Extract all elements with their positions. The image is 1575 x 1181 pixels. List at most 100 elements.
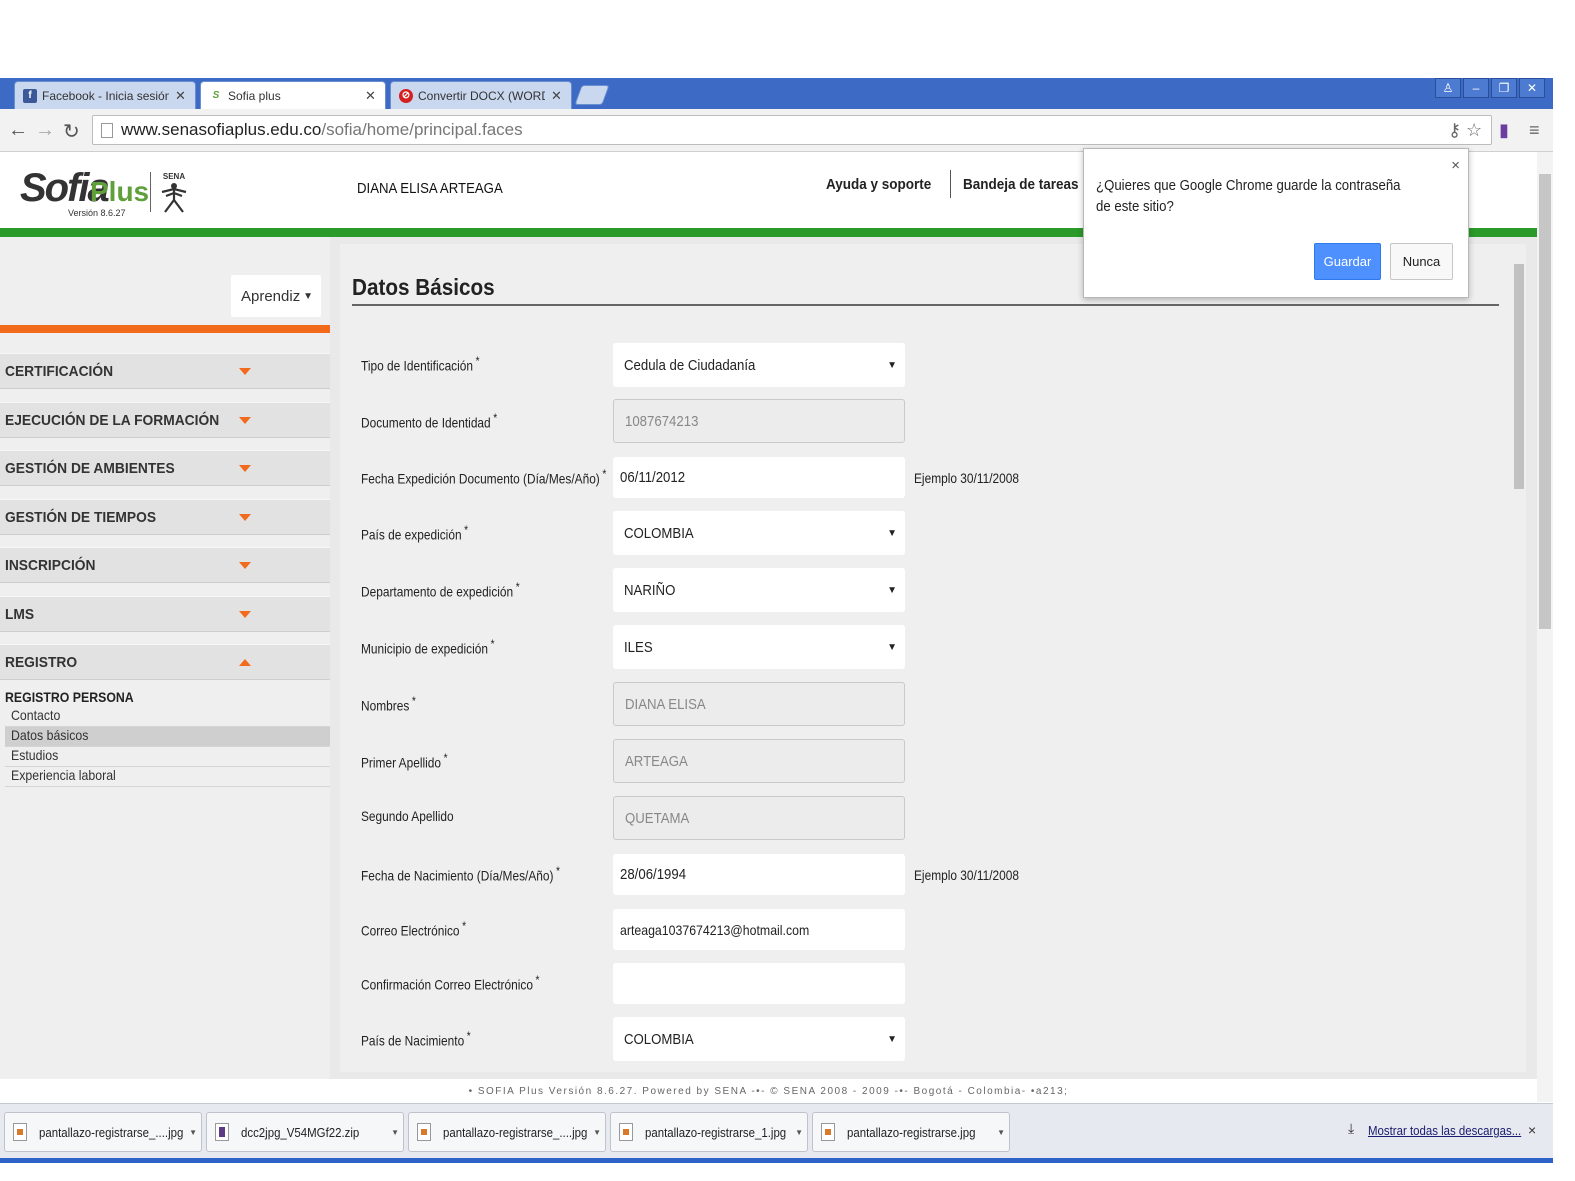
back-arrow-icon[interactable]: ←	[8, 119, 28, 142]
scrollbar-thumb[interactable]	[1539, 174, 1551, 629]
input-documento-identidad: 1087674213	[613, 399, 905, 443]
chevron-down-icon: ▼	[887, 527, 897, 539]
reload-icon[interactable]: ↻	[63, 119, 80, 144]
tab-label: Convertir DOCX (WORD) a J	[418, 88, 545, 103]
caret-down-icon	[239, 367, 251, 375]
extension-icon[interactable]: ▮	[1499, 120, 1509, 141]
input-confirmacion-correo[interactable]	[613, 963, 905, 1004]
scrollbar-thumb[interactable]	[1514, 264, 1524, 489]
download-item[interactable]: dcc2jpg_V54MGf22.zip ▼	[206, 1112, 404, 1152]
menu-lms[interactable]: LMS	[0, 596, 330, 632]
new-tab-button[interactable]	[574, 85, 610, 105]
role-select[interactable]: Aprendiz ▼	[231, 275, 321, 317]
label-fecha-expedicion: Fecha Expedición Documento (Día/Mes/Año)…	[361, 467, 607, 487]
select-pais-expedicion[interactable]: COLOMBIA ▼	[613, 511, 905, 555]
sidebar: Aprendiz ▼ CERTIFICACIÓN EJECUCIÓN DE LA…	[0, 237, 330, 1079]
browser-tab-strip: f Facebook - Inicia sesión o re ✕ S Sofi…	[0, 78, 1553, 109]
page-scrollbar[interactable]	[1537, 152, 1553, 1102]
chevron-down-icon: ▼	[887, 359, 897, 371]
input-correo[interactable]: arteaga1037674213@hotmail.com	[613, 909, 905, 950]
required-mark: *	[602, 467, 607, 481]
label-primer-apellido: Primer Apellido *	[361, 751, 448, 771]
tab-close-icon[interactable]: ✕	[365, 88, 377, 104]
download-item[interactable]: pantallazo-registrarse_1.jpg ▼	[610, 1112, 808, 1152]
select-departamento-expedicion[interactable]: NARIÑO ▼	[613, 568, 905, 612]
save-password-button[interactable]: Guardar	[1314, 243, 1381, 280]
bookmark-star-icon[interactable]: ☆	[1466, 120, 1482, 141]
close-downloads-icon[interactable]: ×	[1528, 1122, 1536, 1138]
menu-gestion-ambientes[interactable]: GESTIÓN DE AMBIENTES	[0, 450, 330, 486]
menu-label: LMS	[5, 605, 35, 623]
submenu-contacto[interactable]: Contacto	[5, 707, 330, 727]
select-municipio-expedicion[interactable]: ILES ▼	[613, 625, 905, 669]
menu-label: GESTIÓN DE AMBIENTES	[5, 459, 175, 477]
submenu-label: Datos básicos	[11, 727, 89, 743]
menu-certificacion[interactable]: CERTIFICACIÓN	[0, 353, 330, 389]
download-item[interactable]: pantallazo-registrarse_....jpg ▼	[4, 1112, 202, 1152]
key-icon[interactable]: ⚷	[1448, 120, 1461, 141]
tab-facebook[interactable]: f Facebook - Inicia sesión o re ✕	[14, 81, 196, 109]
address-bar[interactable]: www.senasofiaplus.edu.co/sofia/home/prin…	[92, 115, 1492, 145]
label-confirmacion-correo: Confirmación Correo Electrónico *	[361, 973, 540, 993]
task-inbox-link[interactable]: Bandeja de tareas	[963, 176, 1079, 193]
sofia-plus-logo[interactable]: Sofia Plus Versión 8.6.27 SENA	[20, 166, 200, 222]
download-name: pantallazo-registrarse_....jpg	[39, 1124, 184, 1140]
download-item[interactable]: pantallazo-registrarse.jpg ▼	[812, 1112, 1010, 1152]
submenu-label: Estudios	[11, 747, 59, 763]
required-mark: *	[490, 637, 495, 651]
help-support-link[interactable]: Ayuda y soporte	[826, 176, 931, 193]
label-pais-nacimiento: País de Nacimiento *	[361, 1029, 471, 1049]
required-mark: *	[411, 694, 416, 708]
submenu-datos-basicos[interactable]: Datos básicos	[5, 727, 330, 747]
input-fecha-expedicion[interactable]: 06/11/2012	[613, 457, 905, 498]
label-segundo-apellido: Segundo Apellido	[361, 808, 454, 824]
url-path: /sofia/home/principal.faces	[321, 120, 523, 139]
user-profile-icon[interactable]: ♙	[1435, 78, 1461, 98]
tab-sofia-plus[interactable]: S Sofia plus ✕	[200, 81, 386, 109]
tab-close-icon[interactable]: ✕	[551, 88, 563, 104]
close-window-icon[interactable]: ✕	[1519, 78, 1545, 98]
chevron-down-icon[interactable]: ▼	[189, 1128, 197, 1137]
forward-arrow-icon[interactable]: →	[35, 119, 55, 142]
input-primer-apellido: ARTEAGA	[613, 739, 905, 783]
menu-inscripcion[interactable]: INSCRIPCIÓN	[0, 547, 330, 583]
download-item[interactable]: pantallazo-registrarse_....jpg ▼	[408, 1112, 606, 1152]
close-icon[interactable]: ×	[1451, 157, 1460, 174]
menu-registro[interactable]: REGISTRO	[0, 644, 330, 680]
show-all-downloads-link[interactable]: Mostrar todas las descargas...	[1368, 1123, 1521, 1138]
tab-close-icon[interactable]: ✕	[175, 88, 187, 104]
page-title: Datos Básicos	[352, 274, 495, 300]
chevron-down-icon[interactable]: ▼	[997, 1128, 1005, 1137]
date-hint: Ejemplo 30/11/2008	[914, 867, 1019, 883]
chevron-down-icon[interactable]: ▼	[593, 1128, 601, 1137]
restore-icon[interactable]: ❐	[1491, 78, 1517, 98]
menu-label: EJECUCIÓN DE LA FORMACIÓN	[5, 411, 220, 429]
required-mark: *	[515, 580, 520, 594]
tab-convertir-docx[interactable]: ⊘ Convertir DOCX (WORD) a J ✕	[390, 81, 572, 109]
menu-ejecucion-formacion[interactable]: EJECUCIÓN DE LA FORMACIÓN	[0, 402, 330, 438]
label-municipio-expedicion: Municipio de expedición *	[361, 637, 495, 657]
minimize-icon[interactable]: –	[1463, 78, 1489, 98]
never-save-button[interactable]: Nunca	[1390, 243, 1453, 280]
logo-version: Versión 8.6.27	[68, 208, 126, 218]
chevron-down-icon[interactable]: ▼	[391, 1128, 399, 1137]
url-host: www.senasofiaplus.edu.co	[121, 120, 322, 139]
menu-icon[interactable]: ≡	[1529, 120, 1540, 141]
download-name: pantallazo-registrarse.jpg	[847, 1124, 976, 1140]
submenu-estudios[interactable]: Estudios	[5, 747, 330, 767]
chevron-down-icon[interactable]: ▼	[795, 1128, 803, 1137]
content-scrollbar[interactable]	[1512, 244, 1526, 1072]
submenu-experiencia-laboral[interactable]: Experiencia laboral	[5, 767, 330, 787]
download-name: pantallazo-registrarse_1.jpg	[645, 1124, 787, 1140]
input-fecha-nacimiento[interactable]: 28/06/1994	[613, 854, 905, 895]
required-mark: *	[443, 751, 448, 765]
menu-gestion-tiempos[interactable]: GESTIÓN DE TIEMPOS	[0, 499, 330, 535]
required-mark: *	[493, 411, 498, 425]
select-tipo-identificacion[interactable]: Cedula de Ciudadanía ▼	[613, 343, 905, 387]
main-content: Datos Básicos Tipo de Identificación * Ce…	[340, 244, 1512, 1072]
page-icon	[101, 122, 113, 138]
menu-label: INSCRIPCIÓN	[5, 556, 96, 574]
input-segundo-apellido: QUETAMA	[613, 796, 905, 840]
select-pais-nacimiento[interactable]: COLOMBIA ▼	[613, 1017, 905, 1061]
logo-separator	[150, 172, 151, 212]
